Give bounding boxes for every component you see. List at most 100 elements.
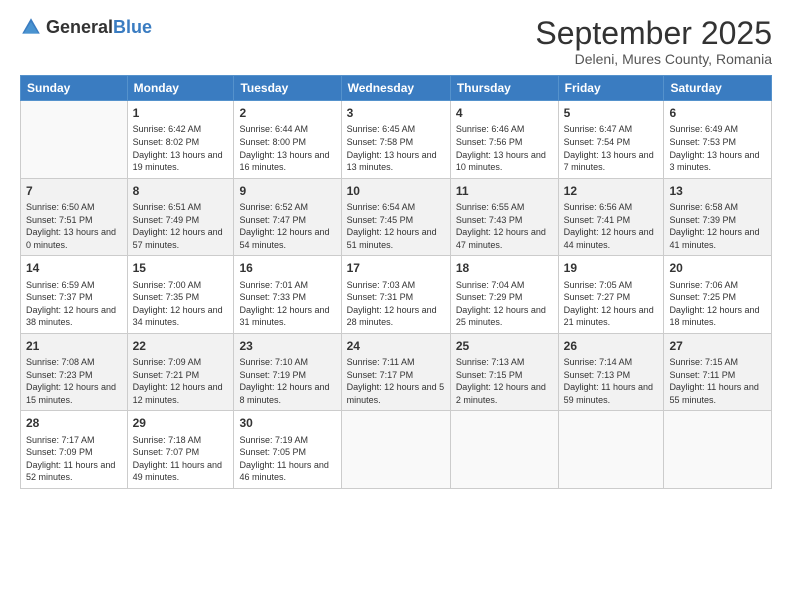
table-row: 20Sunrise: 7:06 AMSunset: 7:25 PMDayligh… <box>664 256 772 334</box>
day-number: 25 <box>456 338 553 354</box>
day-number: 23 <box>239 338 335 354</box>
day-info: Sunrise: 6:49 AMSunset: 7:53 PMDaylight:… <box>669 123 766 173</box>
page-header: GeneralBlue September 2025 Deleni, Mures… <box>20 16 772 67</box>
table-row: 24 Sunrise: 7:11 AMSunset: 7:17 PMDayligh… <box>341 333 450 411</box>
table-row: 21Sunrise: 7:08 AMSunset: 7:23 PMDayligh… <box>21 333 128 411</box>
day-info: Sunrise: 7:19 AMSunset: 7:05 PMDaylight:… <box>239 434 335 484</box>
table-row: 4 Sunrise: 6:46 AMSunset: 7:56 PMDaylight… <box>450 101 558 179</box>
day-number: 2 <box>239 105 335 121</box>
day-number: 10 <box>347 183 445 199</box>
logo-text: GeneralBlue <box>46 17 152 38</box>
table-row: 17 Sunrise: 7:03 AMSunset: 7:31 PMDayligh… <box>341 256 450 334</box>
day-number: 11 <box>456 183 553 199</box>
table-row: 25 Sunrise: 7:13 AMSunset: 7:15 PMDayligh… <box>450 333 558 411</box>
day-number: 9 <box>239 183 335 199</box>
header-wednesday: Wednesday <box>341 76 450 101</box>
day-info: Sunrise: 7:08 AMSunset: 7:23 PMDaylight:… <box>26 356 122 406</box>
header-saturday: Saturday <box>664 76 772 101</box>
table-row: 15 Sunrise: 7:00 AMSunset: 7:35 PMDayligh… <box>127 256 234 334</box>
table-row: 27Sunrise: 7:15 AMSunset: 7:11 PMDayligh… <box>664 333 772 411</box>
calendar-week-row: 21Sunrise: 7:08 AMSunset: 7:23 PMDayligh… <box>21 333 772 411</box>
calendar-week-row: 14Sunrise: 6:59 AMSunset: 7:37 PMDayligh… <box>21 256 772 334</box>
table-row: 13 Sunrise: 6:58 AMSunset: 7:39 PMDayligh… <box>664 178 772 256</box>
day-info: Sunrise: 7:01 AMSunset: 7:33 PMDaylight:… <box>239 279 335 329</box>
day-number: 17 <box>347 260 445 276</box>
day-info: Sunrise: 6:54 AMSunset: 7:45 PMDaylight:… <box>347 201 445 251</box>
table-row: 11Sunrise: 6:55 AMSunset: 7:43 PMDayligh… <box>450 178 558 256</box>
day-info: Sunrise: 6:44 AMSunset: 8:00 PMDaylight:… <box>239 123 335 173</box>
day-number: 12 <box>564 183 659 199</box>
day-number: 3 <box>347 105 445 121</box>
table-row: 8Sunrise: 6:51 AMSunset: 7:49 PMDaylight… <box>127 178 234 256</box>
day-info: Sunrise: 6:50 AMSunset: 7:51 PMDaylight:… <box>26 201 122 251</box>
table-row <box>558 411 664 489</box>
day-number: 16 <box>239 260 335 276</box>
table-row: 18 Sunrise: 7:04 AMSunset: 7:29 PMDayligh… <box>450 256 558 334</box>
day-number: 22 <box>133 338 229 354</box>
table-row: 22 Sunrise: 7:09 AMSunset: 7:21 PMDayligh… <box>127 333 234 411</box>
calendar-table: Sunday Monday Tuesday Wednesday Thursday… <box>20 75 772 489</box>
table-row <box>21 101 128 179</box>
table-row: 3 Sunrise: 6:45 AMSunset: 7:58 PMDaylight… <box>341 101 450 179</box>
day-info: Sunrise: 6:42 AMSunset: 8:02 PMDaylight:… <box>133 123 229 173</box>
day-number: 30 <box>239 415 335 431</box>
day-info: Sunrise: 7:00 AMSunset: 7:35 PMDaylight:… <box>133 279 229 329</box>
day-info: Sunrise: 6:58 AMSunset: 7:39 PMDaylight:… <box>669 201 766 251</box>
table-row <box>450 411 558 489</box>
header-thursday: Thursday <box>450 76 558 101</box>
table-row: 23 Sunrise: 7:10 AMSunset: 7:19 PMDayligh… <box>234 333 341 411</box>
table-row: 7 Sunrise: 6:50 AMSunset: 7:51 PMDaylight… <box>21 178 128 256</box>
day-info: Sunrise: 7:11 AMSunset: 7:17 PMDaylight:… <box>347 356 445 406</box>
table-row: 2 Sunrise: 6:44 AMSunset: 8:00 PMDaylight… <box>234 101 341 179</box>
logo-icon <box>20 16 42 38</box>
table-row: 12 Sunrise: 6:56 AMSunset: 7:41 PMDayligh… <box>558 178 664 256</box>
day-number: 14 <box>26 260 122 276</box>
day-number: 18 <box>456 260 553 276</box>
logo-blue: Blue <box>113 17 152 37</box>
day-info: Sunrise: 7:13 AMSunset: 7:15 PMDaylight:… <box>456 356 553 406</box>
table-row: 10 Sunrise: 6:54 AMSunset: 7:45 PMDayligh… <box>341 178 450 256</box>
day-info: Sunrise: 6:47 AMSunset: 7:54 PMDaylight:… <box>564 123 659 173</box>
table-row <box>664 411 772 489</box>
day-info: Sunrise: 7:03 AMSunset: 7:31 PMDaylight:… <box>347 279 445 329</box>
calendar-week-row: 1 Sunrise: 6:42 AMSunset: 8:02 PMDaylight… <box>21 101 772 179</box>
table-row: 16 Sunrise: 7:01 AMSunset: 7:33 PMDayligh… <box>234 256 341 334</box>
day-number: 1 <box>133 105 229 121</box>
day-number: 6 <box>669 105 766 121</box>
title-section: September 2025 Deleni, Mures County, Rom… <box>535 16 772 67</box>
day-number: 24 <box>347 338 445 354</box>
day-number: 26 <box>564 338 659 354</box>
day-number: 29 <box>133 415 229 431</box>
day-info: Sunrise: 7:18 AMSunset: 7:07 PMDaylight:… <box>133 434 229 484</box>
table-row <box>341 411 450 489</box>
calendar-week-row: 7 Sunrise: 6:50 AMSunset: 7:51 PMDaylight… <box>21 178 772 256</box>
day-number: 5 <box>564 105 659 121</box>
day-number: 20 <box>669 260 766 276</box>
day-info: Sunrise: 7:05 AMSunset: 7:27 PMDaylight:… <box>564 279 659 329</box>
day-info: Sunrise: 7:10 AMSunset: 7:19 PMDaylight:… <box>239 356 335 406</box>
day-info: Sunrise: 7:04 AMSunset: 7:29 PMDaylight:… <box>456 279 553 329</box>
day-number: 13 <box>669 183 766 199</box>
day-info: Sunrise: 6:56 AMSunset: 7:41 PMDaylight:… <box>564 201 659 251</box>
day-number: 15 <box>133 260 229 276</box>
table-row: 28 Sunrise: 7:17 AMSunset: 7:09 PMDayligh… <box>21 411 128 489</box>
day-number: 28 <box>26 415 122 431</box>
table-row: 29 Sunrise: 7:18 AMSunset: 7:07 PMDayligh… <box>127 411 234 489</box>
day-number: 19 <box>564 260 659 276</box>
day-info: Sunrise: 7:14 AMSunset: 7:13 PMDaylight:… <box>564 356 659 406</box>
calendar-week-row: 28 Sunrise: 7:17 AMSunset: 7:09 PMDayligh… <box>21 411 772 489</box>
table-row: 19 Sunrise: 7:05 AMSunset: 7:27 PMDayligh… <box>558 256 664 334</box>
day-info: Sunrise: 7:15 AMSunset: 7:11 PMDaylight:… <box>669 356 766 406</box>
table-row: 9Sunrise: 6:52 AMSunset: 7:47 PMDaylight… <box>234 178 341 256</box>
day-number: 7 <box>26 183 122 199</box>
day-info: Sunrise: 7:17 AMSunset: 7:09 PMDaylight:… <box>26 434 122 484</box>
calendar-header-row: Sunday Monday Tuesday Wednesday Thursday… <box>21 76 772 101</box>
header-monday: Monday <box>127 76 234 101</box>
subtitle: Deleni, Mures County, Romania <box>535 51 772 67</box>
day-info: Sunrise: 7:09 AMSunset: 7:21 PMDaylight:… <box>133 356 229 406</box>
day-number: 4 <box>456 105 553 121</box>
day-info: Sunrise: 6:46 AMSunset: 7:56 PMDaylight:… <box>456 123 553 173</box>
header-tuesday: Tuesday <box>234 76 341 101</box>
table-row: 5 Sunrise: 6:47 AMSunset: 7:54 PMDaylight… <box>558 101 664 179</box>
day-info: Sunrise: 6:45 AMSunset: 7:58 PMDaylight:… <box>347 123 445 173</box>
